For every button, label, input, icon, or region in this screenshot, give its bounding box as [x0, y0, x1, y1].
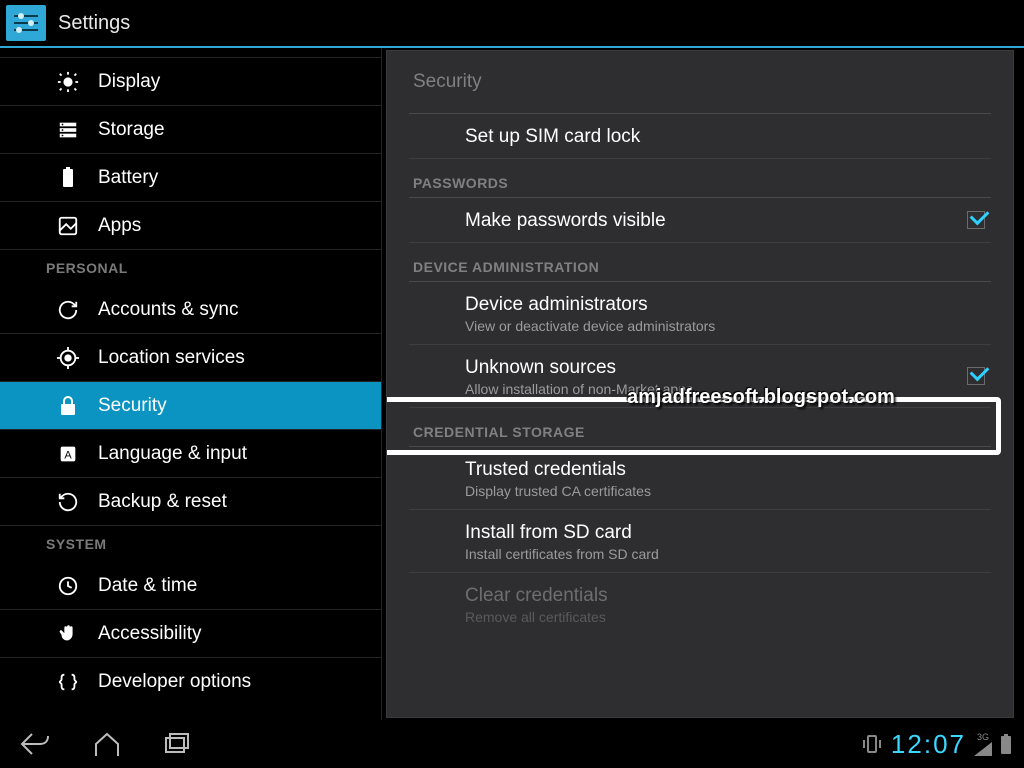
app-title: Settings: [58, 12, 130, 35]
sync-icon: [54, 299, 82, 321]
row-title: Trusted credentials: [465, 459, 991, 481]
section-credential-storage: CREDENTIAL STORAGE: [409, 414, 991, 447]
display-icon: [54, 71, 82, 93]
sidebar-label: Battery: [98, 167, 158, 189]
row-title: Set up SIM card lock: [465, 126, 991, 148]
row-title: Install from SD card: [465, 522, 991, 544]
sidebar-label: Accounts & sync: [98, 299, 238, 321]
sidebar-item-apps[interactable]: Apps: [0, 202, 381, 250]
status-clock[interactable]: 12:07: [891, 729, 966, 760]
clock-icon: [54, 575, 82, 597]
section-device-admin: DEVICE ADMINISTRATION: [409, 249, 991, 282]
panel-title: Security: [413, 71, 991, 93]
hand-icon: [54, 623, 82, 645]
network-indicator: 3G: [974, 733, 992, 756]
section-passwords: PASSWORDS: [409, 165, 991, 198]
svg-text:A: A: [64, 449, 72, 461]
row-title: Unknown sources: [465, 357, 991, 379]
sidebar-item-language[interactable]: A Language & input: [0, 430, 381, 478]
row-sim-lock[interactable]: Set up SIM card lock: [409, 114, 991, 159]
recents-button[interactable]: [162, 730, 192, 758]
battery-icon: [54, 167, 82, 189]
sidebar-label: Language & input: [98, 443, 247, 465]
action-bar: Settings: [0, 0, 1024, 48]
sidebar-item-accounts-sync[interactable]: Accounts & sync: [0, 286, 381, 334]
sidebar-label: Apps: [98, 215, 141, 237]
row-passwords-visible[interactable]: Make passwords visible: [409, 198, 991, 243]
backup-icon: [54, 491, 82, 513]
system-navbar: 12:07 3G: [0, 720, 1024, 768]
row-subtitle: Remove all certificates: [465, 609, 991, 625]
sidebar-label: Location services: [98, 347, 245, 369]
row-title: Device administrators: [465, 294, 991, 316]
sidebar-item-battery[interactable]: Battery: [0, 154, 381, 202]
braces-icon: [54, 671, 82, 693]
home-button[interactable]: [92, 730, 122, 758]
sidebar-label: Storage: [98, 119, 165, 141]
sidebar-item-sound[interactable]: Sound: [0, 48, 381, 58]
row-subtitle: Allow installation of non-Market apps: [465, 381, 991, 397]
settings-icon: [6, 5, 46, 41]
apps-icon: [54, 215, 82, 237]
passwords-visible-checkbox[interactable]: [967, 211, 985, 229]
vibrate-icon: [861, 732, 883, 756]
location-icon: [54, 347, 82, 369]
sidebar-item-storage[interactable]: Storage: [0, 106, 381, 154]
sidebar-item-security[interactable]: Security: [0, 382, 381, 430]
row-install-sd[interactable]: Install from SD card Install certificate…: [409, 510, 991, 573]
row-title: Make passwords visible: [465, 210, 991, 232]
row-subtitle: Install certificates from SD card: [465, 546, 991, 562]
sidebar-header-personal: PERSONAL: [0, 250, 381, 286]
sidebar-label: Accessibility: [98, 623, 201, 645]
row-title: Clear credentials: [465, 585, 991, 607]
security-panel: Security Set up SIM card lock PASSWORDS …: [386, 50, 1014, 718]
unknown-sources-checkbox[interactable]: [967, 367, 985, 385]
row-device-admins[interactable]: Device administrators View or deactivate…: [409, 282, 991, 345]
row-subtitle: Display trusted CA certificates: [465, 483, 991, 499]
sidebar-item-accessibility[interactable]: Accessibility: [0, 610, 381, 658]
row-trusted-credentials[interactable]: Trusted credentials Display trusted CA c…: [409, 447, 991, 510]
sidebar-header-system: SYSTEM: [0, 526, 381, 562]
sidebar-label: Display: [98, 71, 160, 93]
lock-icon: [54, 395, 82, 417]
sidebar-label: Backup & reset: [98, 491, 227, 513]
sidebar-label: Date & time: [98, 575, 197, 597]
battery-indicator: [1000, 733, 1012, 755]
sidebar-label: Developer options: [98, 671, 251, 693]
sidebar-item-datetime[interactable]: Date & time: [0, 562, 381, 610]
back-button[interactable]: [18, 730, 52, 758]
settings-sidebar: Sound Display Storage Battery: [0, 48, 382, 720]
sidebar-item-location[interactable]: Location services: [0, 334, 381, 382]
language-icon: A: [54, 443, 82, 465]
sidebar-item-display[interactable]: Display: [0, 58, 381, 106]
row-clear-credentials: Clear credentials Remove all certificate…: [409, 573, 991, 635]
row-subtitle: View or deactivate device administrators: [465, 318, 991, 334]
row-unknown-sources[interactable]: Unknown sources Allow installation of no…: [409, 345, 991, 408]
sidebar-item-developer[interactable]: Developer options: [0, 658, 381, 706]
sidebar-label: Security: [98, 395, 167, 417]
storage-icon: [54, 119, 82, 141]
sidebar-item-backup[interactable]: Backup & reset: [0, 478, 381, 526]
